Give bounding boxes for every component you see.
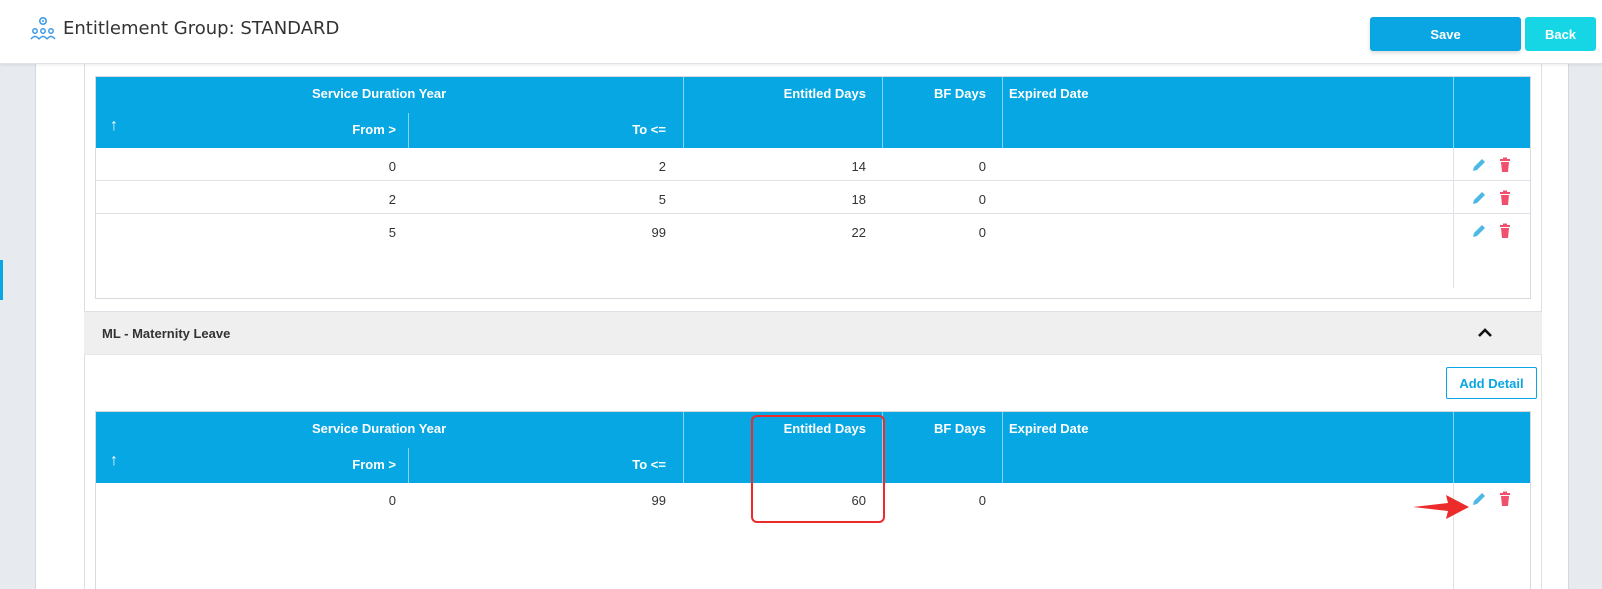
row-divider [96,213,1530,214]
header-divider [683,77,684,148]
cell-bf-days: 0 [978,192,986,207]
cell-entitled-days: 18 [851,192,866,207]
header-divider [683,412,684,483]
col-expired-date[interactable]: Expired Date [1009,86,1088,101]
cell-entitled-days: 14 [851,159,866,174]
grid-header: Service Duration Year ↑ From > To <= Ent… [96,412,1530,483]
cell-to: 5 [658,192,666,207]
left-sidebar-edge [0,64,36,589]
trash-icon[interactable] [1497,223,1513,239]
col-bf-days[interactable]: BF Days [896,86,986,101]
save-button[interactable]: Save [1370,17,1521,51]
cell-from: 2 [388,192,396,207]
header-divider [1002,412,1003,483]
cell-to: 2 [658,159,666,174]
cell-entitled-days: 22 [851,225,866,240]
section-title: ML - Maternity Leave [102,326,231,341]
col-from[interactable]: From > [336,122,396,137]
cell-bf-days: 0 [978,225,986,240]
col-from[interactable]: From > [336,457,396,472]
trash-icon[interactable] [1497,190,1513,206]
cell-entitled-days: 60 [851,493,866,508]
pencil-icon[interactable] [1471,223,1487,239]
chevron-up-icon[interactable] [1478,328,1492,338]
grid-header: Service Duration Year ↑ From > To <= Ent… [96,77,1530,148]
cell-from: 5 [388,225,396,240]
cell-to: 99 [651,225,666,240]
header-divider [408,448,409,483]
red-arrow-icon [1413,495,1469,519]
cell-bf-days: 0 [978,493,986,508]
pencil-icon[interactable] [1471,157,1487,173]
col-expired-date[interactable]: Expired Date [1009,421,1088,436]
header-divider [882,77,883,148]
right-gutter [1568,64,1602,589]
cell-bf-days: 0 [978,159,986,174]
page-title: Entitlement Group: STANDARD [63,18,340,39]
sort-icon[interactable]: ↑ [110,117,118,135]
top-bar: Entitlement Group: STANDARD Save Back [0,0,1602,64]
trash-icon[interactable] [1497,157,1513,173]
add-detail-button[interactable]: Add Detail [1446,367,1537,399]
trash-icon[interactable] [1497,491,1513,507]
header-divider [1002,77,1003,148]
cell-from: 0 [388,159,396,174]
col-service-duration-year: Service Duration Year [312,86,447,101]
sidebar-active-marker [0,260,3,300]
header-divider [1453,412,1454,483]
col-entitled-days[interactable]: Entitled Days [716,421,866,436]
header-divider [882,412,883,483]
sort-icon[interactable]: ↑ [110,452,118,470]
back-button[interactable]: Back [1525,17,1596,51]
row-divider [96,180,1530,181]
section-header-ml[interactable]: ML - Maternity Leave [84,311,1542,355]
col-service-duration-year: Service Duration Year [312,421,447,436]
pencil-icon[interactable] [1471,491,1487,507]
actions-divider [1453,148,1454,288]
header-divider [1453,77,1454,148]
cell-to: 99 [651,493,666,508]
col-entitled-days[interactable]: Entitled Days [716,86,866,101]
entitlement-grid-ml: Service Duration Year ↑ From > To <= Ent… [95,411,1531,589]
pencil-icon[interactable] [1471,190,1487,206]
cell-from: 0 [388,493,396,508]
col-to[interactable]: To <= [596,457,666,472]
col-to[interactable]: To <= [596,122,666,137]
entitlement-grid-top: Service Duration Year ↑ From > To <= Ent… [95,76,1531,299]
header-divider [408,113,409,148]
col-bf-days[interactable]: BF Days [896,421,986,436]
people-group-icon [30,16,56,40]
